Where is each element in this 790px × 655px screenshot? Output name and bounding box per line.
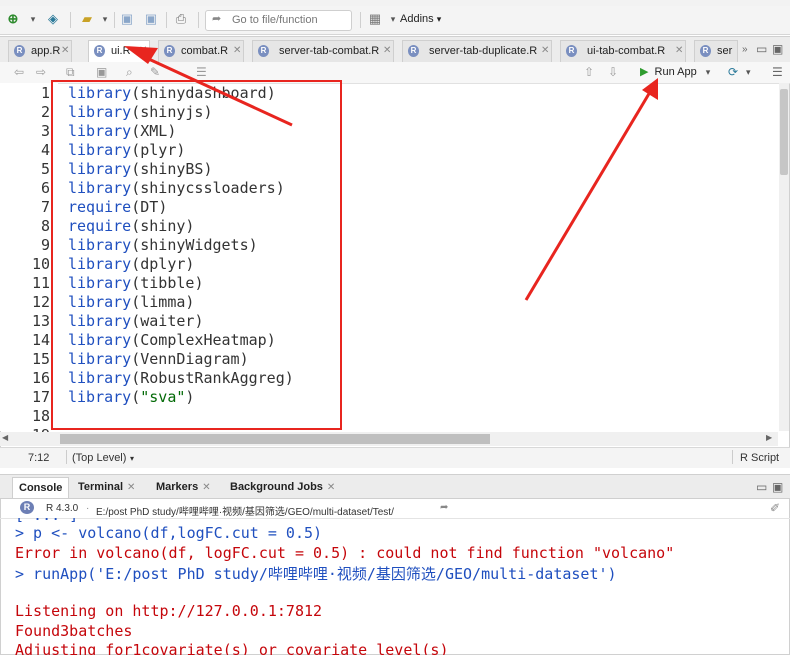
annotation-arrows [124,46,658,301]
arrow-to-ui-tab [124,46,293,127]
arrow-to-run-app [524,78,658,301]
